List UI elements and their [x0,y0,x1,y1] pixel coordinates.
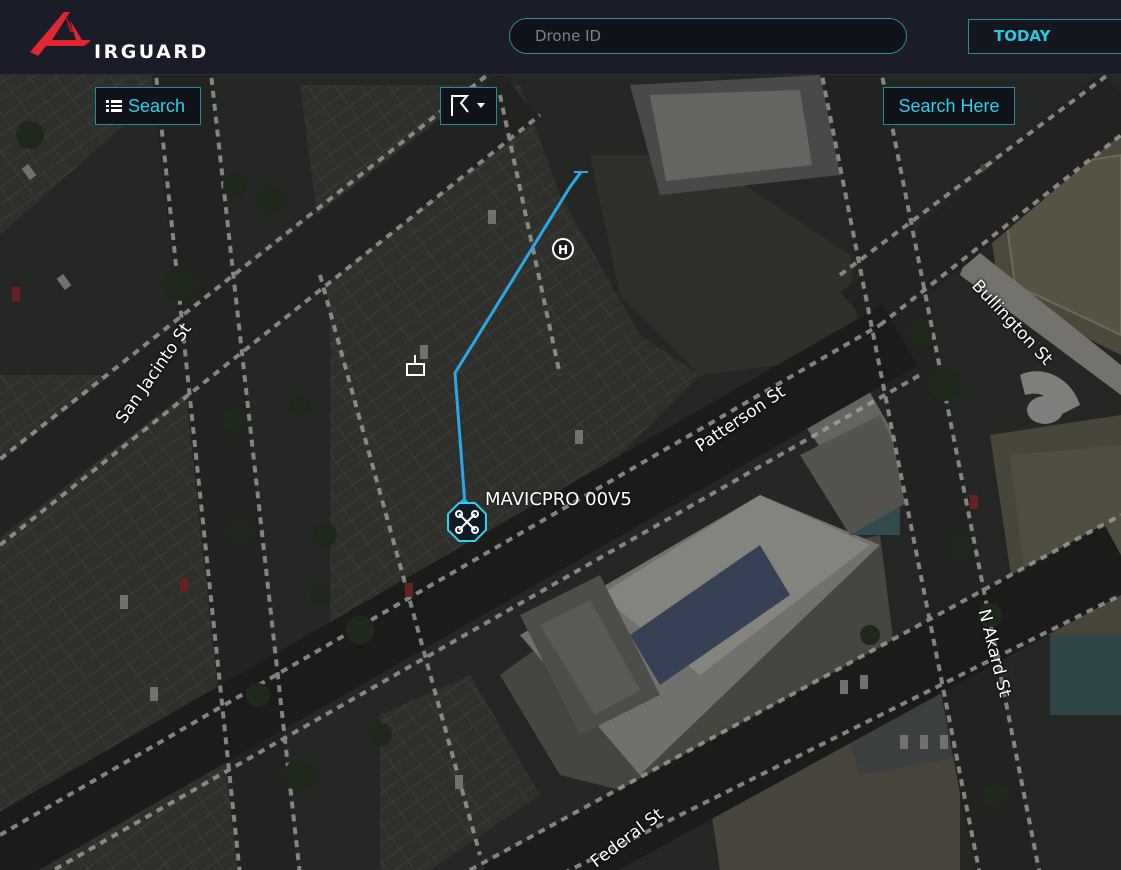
top-bar: IRGUARD TODAY [0,0,1121,75]
home-point-icon: H [552,238,574,260]
map-imagery: H [0,75,1121,870]
satellite-map[interactable]: H Search Search Here San Jacinto St Patt… [0,75,1121,870]
search-here-button[interactable]: Search Here [883,87,1015,125]
logo-mark-icon [30,12,90,56]
airguard-logo[interactable]: IRGUARD [26,8,216,63]
drone-name-label[interactable]: MAVICPRO 00V5 [485,489,632,510]
drone-marker-icon [447,502,487,542]
flag-icon [451,95,485,116]
flag-dropdown-button[interactable] [440,87,497,125]
date-range-dropdown[interactable]: TODAY [968,19,1121,54]
svg-text:H: H [558,243,568,257]
list-icon [106,89,122,125]
date-range-label: TODAY [994,27,1051,45]
search-here-label: Search Here [898,96,1000,116]
search-button-label: Search [128,96,186,116]
search-panel-button[interactable]: Search [95,87,201,125]
drone-id-search-input[interactable] [509,18,907,54]
logo-text: IRGUARD [94,41,209,63]
